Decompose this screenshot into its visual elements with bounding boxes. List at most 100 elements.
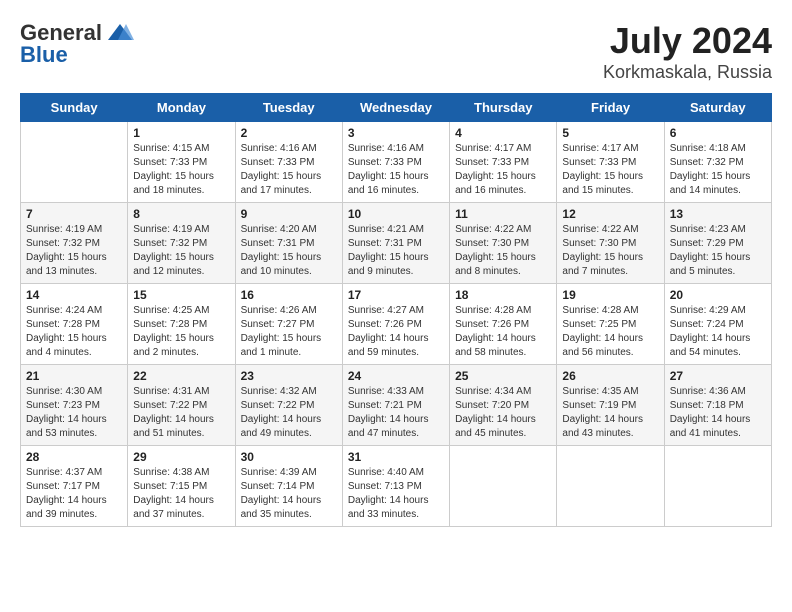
day-number: 27 <box>670 369 766 383</box>
day-info: Sunrise: 4:18 AMSunset: 7:32 PMDaylight:… <box>670 142 766 198</box>
calendar-cell <box>21 122 128 203</box>
day-number: 1 <box>133 126 229 140</box>
calendar-cell: 4 Sunrise: 4:17 AMSunset: 7:33 PMDaylight… <box>450 122 557 203</box>
day-number: 18 <box>455 288 551 302</box>
calendar-cell: 15 Sunrise: 4:25 AMSunset: 7:28 PMDayligh… <box>128 284 235 365</box>
calendar-cell: 9Sunrise: 4:20 AMSunset: 7:31 PMDaylight… <box>235 203 342 284</box>
day-number: 16 <box>241 288 337 302</box>
day-info: Sunrise: 4:21 AMSunset: 7:31 PMDaylight:… <box>348 223 444 279</box>
day-info: Sunrise: 4:28 AMSunset: 7:26 PMDaylight:… <box>455 304 551 360</box>
calendar-cell: 1 Sunrise: 4:15 AMSunset: 7:33 PMDaylight… <box>128 122 235 203</box>
weekday-header-friday: Friday <box>557 94 664 122</box>
day-info: Sunrise: 4:16 AMSunset: 7:33 PMDaylight:… <box>348 142 444 198</box>
day-info: Sunrise: 4:40 AMSunset: 7:13 PMDaylight:… <box>348 466 444 522</box>
day-info: Sunrise: 4:16 AMSunset: 7:33 PMDaylight:… <box>241 142 337 198</box>
calendar-cell: 8 Sunrise: 4:19 AMSunset: 7:32 PMDaylight… <box>128 203 235 284</box>
day-number: 5 <box>562 126 658 140</box>
calendar-cell: 10Sunrise: 4:21 AMSunset: 7:31 PMDayligh… <box>342 203 449 284</box>
day-info: Sunrise: 4:25 AMSunset: 7:28 PMDaylight:… <box>133 304 229 360</box>
day-number: 4 <box>455 126 551 140</box>
day-info: Sunrise: 4:38 AMSunset: 7:15 PMDaylight:… <box>133 466 229 522</box>
day-info: Sunrise: 4:23 AMSunset: 7:29 PMDaylight:… <box>670 223 766 279</box>
day-info: Sunrise: 4:29 AMSunset: 7:24 PMDaylight:… <box>670 304 766 360</box>
day-number: 11 <box>455 207 551 221</box>
day-info: Sunrise: 4:32 AMSunset: 7:22 PMDaylight:… <box>241 385 337 441</box>
calendar-body: 1 Sunrise: 4:15 AMSunset: 7:33 PMDaylight… <box>21 122 772 527</box>
weekday-header-monday: Monday <box>128 94 235 122</box>
day-info: Sunrise: 4:17 AMSunset: 7:33 PMDaylight:… <box>455 142 551 198</box>
day-info: Sunrise: 4:33 AMSunset: 7:21 PMDaylight:… <box>348 385 444 441</box>
day-number: 31 <box>348 450 444 464</box>
day-number: 30 <box>241 450 337 464</box>
day-number: 24 <box>348 369 444 383</box>
calendar-cell: 22 Sunrise: 4:31 AMSunset: 7:22 PMDayligh… <box>128 365 235 446</box>
calendar-cell: 13 Sunrise: 4:23 AMSunset: 7:29 PMDayligh… <box>664 203 771 284</box>
weekday-row: SundayMondayTuesdayWednesdayThursdayFrid… <box>21 94 772 122</box>
day-number: 29 <box>133 450 229 464</box>
calendar-subtitle: Korkmaskala, Russia <box>603 62 772 83</box>
calendar-cell <box>450 446 557 527</box>
day-number: 19 <box>562 288 658 302</box>
calendar-cell: 28Sunrise: 4:37 AMSunset: 7:17 PMDayligh… <box>21 446 128 527</box>
calendar-cell: 17Sunrise: 4:27 AMSunset: 7:26 PMDayligh… <box>342 284 449 365</box>
day-number: 3 <box>348 126 444 140</box>
calendar-header: SundayMondayTuesdayWednesdayThursdayFrid… <box>21 94 772 122</box>
day-number: 26 <box>562 369 658 383</box>
calendar-week-row: 21 Sunrise: 4:30 AMSunset: 7:23 PMDayligh… <box>21 365 772 446</box>
weekday-header-tuesday: Tuesday <box>235 94 342 122</box>
day-number: 14 <box>26 288 122 302</box>
calendar-cell: 26 Sunrise: 4:35 AMSunset: 7:19 PMDayligh… <box>557 365 664 446</box>
calendar-week-row: 14 Sunrise: 4:24 AMSunset: 7:28 PMDayligh… <box>21 284 772 365</box>
calendar-cell: 30 Sunrise: 4:39 AMSunset: 7:14 PMDayligh… <box>235 446 342 527</box>
page-header: General Blue July 2024 Korkmaskala, Russ… <box>20 20 772 83</box>
day-info: Sunrise: 4:19 AMSunset: 7:32 PMDaylight:… <box>133 223 229 279</box>
calendar-cell <box>664 446 771 527</box>
calendar-week-row: 28Sunrise: 4:37 AMSunset: 7:17 PMDayligh… <box>21 446 772 527</box>
day-info: Sunrise: 4:24 AMSunset: 7:28 PMDaylight:… <box>26 304 122 360</box>
calendar-cell: 20Sunrise: 4:29 AMSunset: 7:24 PMDayligh… <box>664 284 771 365</box>
day-number: 22 <box>133 369 229 383</box>
day-info: Sunrise: 4:31 AMSunset: 7:22 PMDaylight:… <box>133 385 229 441</box>
calendar-week-row: 1 Sunrise: 4:15 AMSunset: 7:33 PMDaylight… <box>21 122 772 203</box>
day-info: Sunrise: 4:36 AMSunset: 7:18 PMDaylight:… <box>670 385 766 441</box>
day-number: 2 <box>241 126 337 140</box>
day-number: 15 <box>133 288 229 302</box>
calendar-cell: 31 Sunrise: 4:40 AMSunset: 7:13 PMDayligh… <box>342 446 449 527</box>
logo-icon <box>106 22 134 44</box>
calendar-cell: 3 Sunrise: 4:16 AMSunset: 7:33 PMDaylight… <box>342 122 449 203</box>
day-info: Sunrise: 4:39 AMSunset: 7:14 PMDaylight:… <box>241 466 337 522</box>
day-info: Sunrise: 4:37 AMSunset: 7:17 PMDaylight:… <box>26 466 122 522</box>
calendar-cell: 21 Sunrise: 4:30 AMSunset: 7:23 PMDayligh… <box>21 365 128 446</box>
day-info: Sunrise: 4:22 AMSunset: 7:30 PMDaylight:… <box>562 223 658 279</box>
day-number: 13 <box>670 207 766 221</box>
weekday-header-sunday: Sunday <box>21 94 128 122</box>
day-number: 21 <box>26 369 122 383</box>
day-info: Sunrise: 4:34 AMSunset: 7:20 PMDaylight:… <box>455 385 551 441</box>
day-info: Sunrise: 4:17 AMSunset: 7:33 PMDaylight:… <box>562 142 658 198</box>
calendar-cell <box>557 446 664 527</box>
day-info: Sunrise: 4:35 AMSunset: 7:19 PMDaylight:… <box>562 385 658 441</box>
day-info: Sunrise: 4:15 AMSunset: 7:33 PMDaylight:… <box>133 142 229 198</box>
calendar-title: July 2024 <box>603 20 772 62</box>
day-info: Sunrise: 4:26 AMSunset: 7:27 PMDaylight:… <box>241 304 337 360</box>
weekday-header-thursday: Thursday <box>450 94 557 122</box>
day-number: 6 <box>670 126 766 140</box>
day-number: 8 <box>133 207 229 221</box>
calendar-cell: 2 Sunrise: 4:16 AMSunset: 7:33 PMDaylight… <box>235 122 342 203</box>
day-number: 25 <box>455 369 551 383</box>
weekday-header-saturday: Saturday <box>664 94 771 122</box>
weekday-header-wednesday: Wednesday <box>342 94 449 122</box>
day-number: 23 <box>241 369 337 383</box>
calendar-cell: 11Sunrise: 4:22 AMSunset: 7:30 PMDayligh… <box>450 203 557 284</box>
day-number: 7 <box>26 207 122 221</box>
calendar-cell: 18 Sunrise: 4:28 AMSunset: 7:26 PMDayligh… <box>450 284 557 365</box>
day-info: Sunrise: 4:30 AMSunset: 7:23 PMDaylight:… <box>26 385 122 441</box>
calendar-cell: 6 Sunrise: 4:18 AMSunset: 7:32 PMDaylight… <box>664 122 771 203</box>
day-info: Sunrise: 4:20 AMSunset: 7:31 PMDaylight:… <box>241 223 337 279</box>
calendar-cell: 12Sunrise: 4:22 AMSunset: 7:30 PMDayligh… <box>557 203 664 284</box>
calendar-cell: 29 Sunrise: 4:38 AMSunset: 7:15 PMDayligh… <box>128 446 235 527</box>
calendar-cell: 23 Sunrise: 4:32 AMSunset: 7:22 PMDayligh… <box>235 365 342 446</box>
day-info: Sunrise: 4:28 AMSunset: 7:25 PMDaylight:… <box>562 304 658 360</box>
calendar-cell: 25 Sunrise: 4:34 AMSunset: 7:20 PMDayligh… <box>450 365 557 446</box>
calendar-cell: 7Sunrise: 4:19 AMSunset: 7:32 PMDaylight… <box>21 203 128 284</box>
